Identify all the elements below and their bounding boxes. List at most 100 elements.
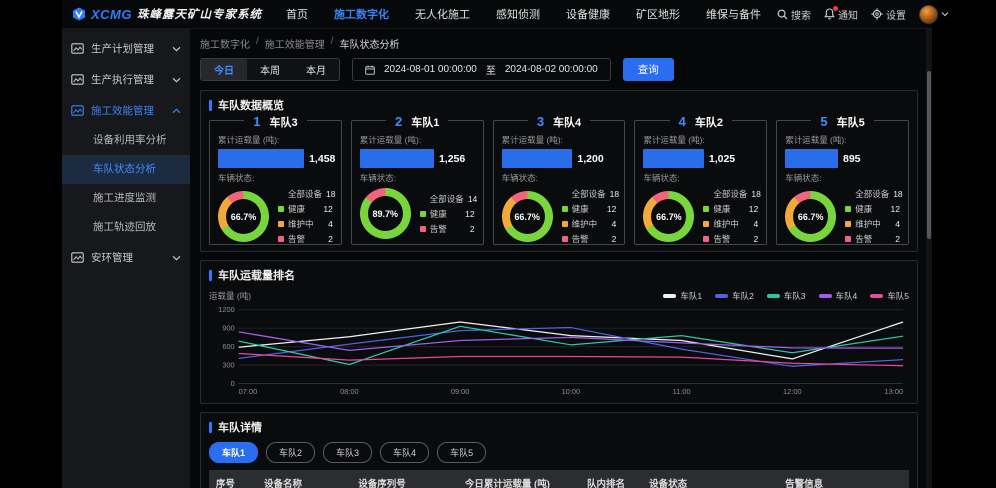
fleet-details-panel: 车队详情 车队1车队2车队3车队4车队5 序号设备名称设备序列号今日累计运载量 … (200, 412, 918, 488)
chart-legend-label: 车队5 (887, 290, 909, 302)
load-bar (785, 149, 838, 168)
status-donut-row: 66.7%全部设备18健康12维护中4告警2 (218, 188, 333, 245)
date-range-picker[interactable]: 2024-08-01 00:00:00 至 2024-08-02 00:00:0… (352, 58, 611, 81)
load-bar-row: 1,025 (643, 149, 758, 168)
nav-item-4[interactable]: 感知侦测 (496, 6, 540, 22)
chart-legend-item-3[interactable]: 车队3 (767, 290, 806, 302)
status-label: 车辆状态: (785, 172, 900, 184)
fleet-card-1[interactable]: 1车队3累计运载量 (吨):1,458车辆状态:66.7%全部设备18健康12维… (209, 120, 342, 245)
legend-dot (420, 211, 426, 217)
legend-value: 4 (612, 219, 617, 229)
sidebar-item-label: 生产执行管理 (91, 72, 165, 87)
card-header: 2车队1 (360, 114, 475, 130)
x-tick-label: 07:00 (239, 387, 258, 396)
fleet-name: 车队3 (269, 114, 297, 130)
sidebar-subitem-3-1[interactable]: 设备利用率分析 (62, 126, 190, 155)
fleet-card-2[interactable]: 2车队1累计运载量 (吨):1,256车辆状态:89.7%全部设备14健康12告… (351, 120, 484, 245)
chart-legend-item-4[interactable]: 车队4 (819, 290, 858, 302)
column-header-7: 告警信息 (699, 470, 909, 488)
module-icon (71, 43, 84, 54)
chart-legend-item-5[interactable]: 车队5 (870, 290, 909, 302)
query-button[interactable]: 查询 (623, 58, 674, 81)
settings-action[interactable]: 设置 (871, 7, 906, 22)
fleet-rank: 3 (537, 114, 544, 129)
y-axis-label: 运载量 (吨) (209, 290, 251, 302)
title-accent-bar (209, 100, 212, 111)
legend-row: 健康12 (703, 203, 758, 215)
date-end: 2024-08-02 00:00:00 (505, 64, 598, 75)
column-header-5: 队内排名 (575, 470, 637, 488)
legend-row: 维护中4 (278, 218, 333, 230)
legend-row: 全部设备14 (420, 193, 475, 205)
sidebar-subitem-3-4[interactable]: 施工轨迹回放 (62, 213, 190, 242)
legend-row: 健康12 (845, 203, 900, 215)
legend-dot (845, 221, 851, 227)
chevron-up-icon (172, 108, 181, 114)
x-tick-label: 08:00 (340, 387, 359, 396)
fleet-tab-2[interactable]: 车队2 (266, 442, 315, 463)
sidebar-item-2[interactable]: 生产执行管理 (62, 64, 190, 95)
legend-label: 维护中 (572, 218, 608, 230)
legend-dot (703, 221, 709, 227)
overview-title-text: 车队数据概览 (218, 97, 284, 113)
x-tick-label: 11:00 (673, 387, 691, 396)
fleet-card-5[interactable]: 5车队5累计运载量 (吨):895车辆状态:66.7%全部设备18健康12维护中… (776, 120, 909, 245)
filter-row: 今日本周本月 2024-08-01 00:00:00 至 2024-08-02 … (200, 58, 918, 81)
sidebar-subitem-3-2[interactable]: 车队状态分析 (62, 155, 190, 184)
legend-row: 维护中4 (703, 218, 758, 230)
card-header-inner: 4车队2 (670, 114, 732, 130)
legend-value: 12 (465, 209, 474, 219)
range-tab-2[interactable]: 本周 (247, 59, 293, 80)
breadcrumb-item-1[interactable]: 施工数字化 (200, 36, 250, 51)
chart-legend-item-1[interactable]: 车队1 (663, 290, 702, 302)
notification-badge (833, 6, 838, 11)
legend-label: 健康 (855, 203, 886, 215)
app-body: 生产计划管理生产执行管理施工效能管理设备利用率分析车队状态分析施工进度监测施工轨… (62, 29, 932, 488)
nav-item-5[interactable]: 设备健康 (566, 6, 610, 22)
search-action[interactable]: 搜索 (777, 7, 811, 22)
sidebar-item-1[interactable]: 生产计划管理 (62, 33, 190, 64)
nav-item-7[interactable]: 维保与备件 (706, 6, 761, 22)
x-tick-label: 10:00 (562, 387, 581, 396)
legend-value: 18 (610, 189, 619, 199)
nav-item-1[interactable]: 首页 (286, 6, 308, 22)
fleet-tab-3[interactable]: 车队3 (323, 442, 372, 463)
sidebar-item-3[interactable]: 施工效能管理 (62, 95, 190, 126)
sidebar-item-4[interactable]: 安环管理 (62, 242, 190, 273)
breadcrumb-item-3[interactable]: 车队状态分析 (340, 36, 400, 51)
page-scrollbar-thumb[interactable] (927, 71, 931, 239)
fleet-tab-1[interactable]: 车队1 (209, 442, 258, 463)
page-scrollbar[interactable] (926, 29, 932, 488)
search-icon (777, 9, 788, 20)
card-header-inner: 3车队4 (528, 114, 590, 130)
user-menu[interactable] (919, 5, 949, 24)
notifications-action[interactable]: 通知 (824, 7, 858, 22)
fleet-tab-5[interactable]: 车队5 (437, 442, 486, 463)
legend-label: 告警 (572, 233, 608, 245)
fleet-card-3[interactable]: 3车队4累计运载量 (吨):1,200车辆状态:66.7%全部设备18健康12维… (493, 120, 626, 245)
y-tick-label: 300 (222, 361, 234, 370)
range-tab-3[interactable]: 本月 (293, 59, 339, 80)
overview-panel-title: 车队数据概览 (209, 97, 909, 113)
card-header-inner: 2车队1 (386, 114, 448, 130)
nav-item-3[interactable]: 无人化施工 (415, 6, 470, 22)
legend-label: 告警 (855, 233, 891, 245)
fleet-tab-4[interactable]: 车队4 (380, 442, 429, 463)
notifications-label: 通知 (838, 7, 858, 22)
legend-row: 全部设备18 (703, 188, 758, 200)
legend-value: 4 (753, 219, 758, 229)
breadcrumb-item-2[interactable]: 施工效能管理 (265, 36, 325, 51)
range-tab-1[interactable]: 今日 (201, 59, 247, 80)
chart-legend-item-2[interactable]: 车队2 (715, 290, 754, 302)
sidebar-subitem-3-3[interactable]: 施工进度监测 (62, 184, 190, 213)
donut-percent: 66.7% (651, 199, 686, 234)
search-label: 搜索 (791, 7, 811, 22)
table-head: 序号设备名称设备序列号今日累计运载量 (吨)队内排名设备状态告警信息 (209, 470, 909, 488)
module-icon (71, 105, 84, 116)
nav-item-2[interactable]: 施工数字化 (334, 6, 389, 22)
fleet-load-chart-panel: 车队运载量排名 运载量 (吨) 车队1车队2车队3车队4车队5 03006009… (200, 260, 918, 404)
nav-item-6[interactable]: 矿区地形 (636, 6, 680, 22)
xcmg-logo-icon (72, 7, 86, 21)
load-value: 1,458 (309, 153, 335, 165)
fleet-card-4[interactable]: 4车队2累计运载量 (吨):1,025车辆状态:66.7%全部设备18健康12维… (634, 120, 767, 245)
